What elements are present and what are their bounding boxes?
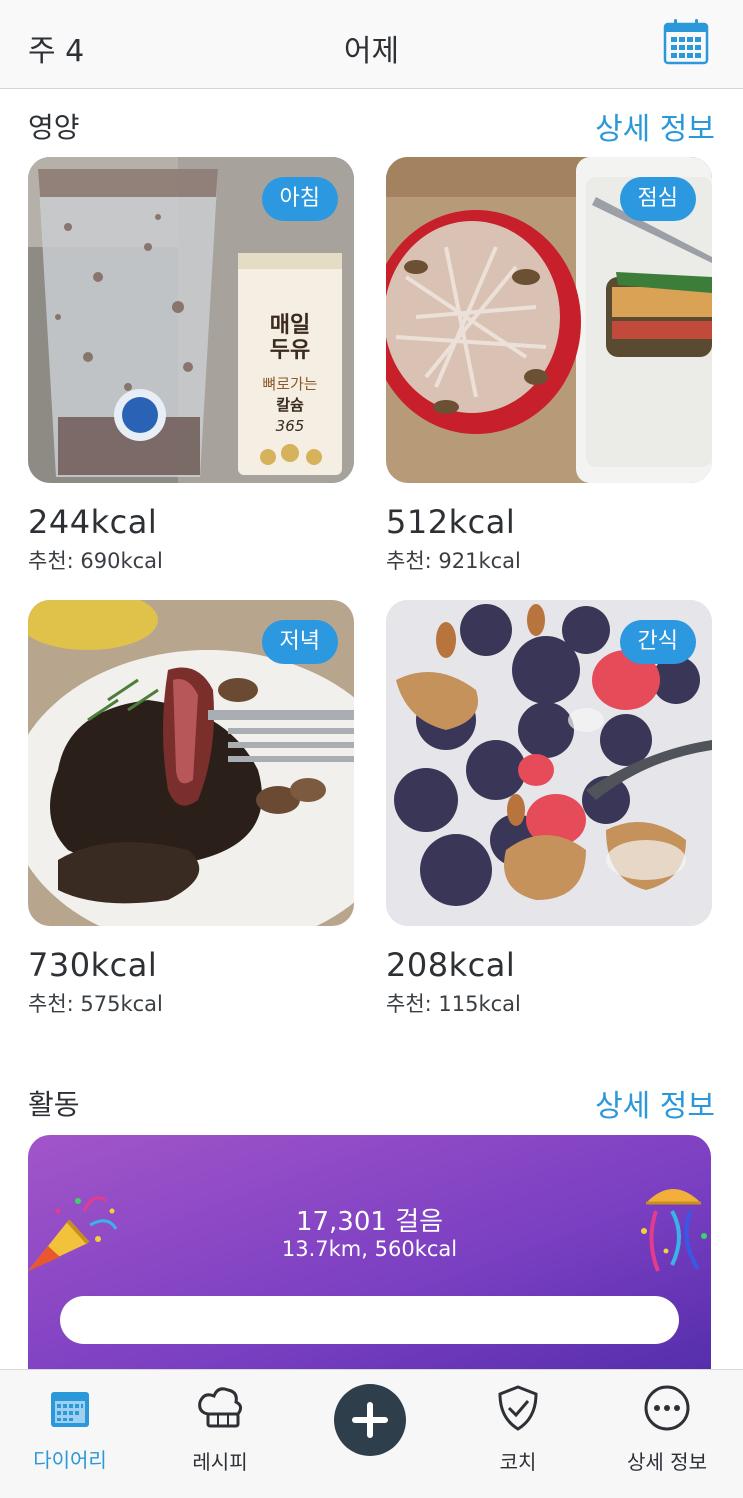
carton-product-text: 두유 [270, 338, 310, 363]
nutrition-details-link[interactable]: 상세 정보 [595, 104, 715, 148]
tab-recipes[interactable]: 레시피 [150, 1382, 290, 1475]
calendar-icon [51, 1392, 89, 1427]
top-bar: 주 4 어제 [0, 0, 743, 89]
step-count: 17,301 걸음 [295, 1207, 444, 1237]
carton-number-text: 365 [276, 417, 305, 435]
breakfast-photo[interactable]: 매일 두유 뼈로가는 칼슘 365 아침 [28, 157, 354, 483]
chef-hat-icon [198, 1387, 243, 1428]
meal-kcal: 208kcal [386, 946, 516, 984]
more-icon [644, 1385, 690, 1431]
meal-card-breakfast[interactable]: 매일 두유 뼈로가는 칼슘 365 아침 244kcal 추천: 690kcal [28, 157, 354, 575]
meal-kcal: 244kcal [28, 503, 158, 541]
meal-recommended: 추천: 921kcal [386, 549, 521, 573]
tab-recipes-label: 레시피 [192, 1450, 248, 1474]
nutrition-title: 영양 [28, 111, 80, 144]
tab-coach[interactable]: 코치 [448, 1382, 588, 1475]
meal-recommended: 추천: 690kcal [28, 549, 163, 573]
carton-brand-text: 매일 [270, 313, 310, 338]
snack-photo[interactable]: 간식 [386, 600, 712, 926]
meal-card-dinner[interactable]: 저녁 730kcal 추천: 575kcal [28, 600, 354, 1018]
lunch-photo[interactable]: 점심 [386, 157, 712, 483]
activity-title: 활동 [28, 1088, 80, 1121]
tab-more[interactable]: 상세 정보 [597, 1382, 737, 1475]
steps-progress-bar [60, 1296, 679, 1344]
calendar-icon [663, 19, 709, 65]
tab-coach-label: 코치 [499, 1450, 537, 1474]
meal-card-lunch[interactable]: 점심 512kcal 추천: 921kcal [386, 157, 712, 575]
dinner-photo[interactable]: 저녁 [28, 600, 354, 926]
distance-calories: 13.7km, 560kcal [281, 1237, 458, 1261]
meal-badge-lunch: 점심 [619, 177, 696, 221]
tab-diary[interactable]: 다이어리 [0, 1382, 140, 1473]
plus-icon [352, 1402, 388, 1438]
meal-recommended: 추천: 575kcal [28, 992, 163, 1016]
meal-recommended: 추천: 115kcal [386, 992, 521, 1016]
activity-details-link[interactable]: 상세 정보 [595, 1081, 715, 1125]
carton-calcium-text: 칼슘 [276, 396, 304, 414]
meal-kcal: 512kcal [386, 503, 516, 541]
calendar-button[interactable] [662, 18, 710, 66]
meal-badge-breakfast: 아침 [261, 177, 338, 221]
meal-kcal: 730kcal [28, 946, 158, 984]
tab-more-label: 상세 정보 [627, 1450, 707, 1474]
meal-card-snack[interactable]: 간식 208kcal 추천: 115kcal [386, 600, 712, 1018]
meal-badge-snack: 간식 [619, 620, 696, 664]
carton-slogan-text: 뼈로가는 [262, 375, 317, 393]
meal-badge-dinner: 저녁 [261, 620, 338, 664]
bottom-tab-bar: 다이어리 레시피 코치 상세 정보 [0, 1369, 743, 1498]
tab-diary-label: 다이어리 [33, 1448, 107, 1472]
shield-check-icon [498, 1385, 538, 1431]
page-title: 어제 [343, 34, 400, 69]
add-button[interactable] [334, 1384, 406, 1456]
